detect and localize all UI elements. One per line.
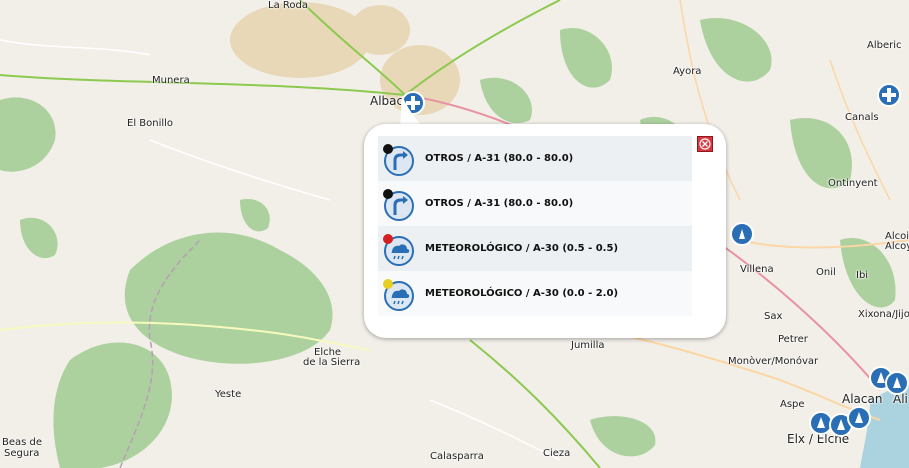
status-pin <box>383 143 393 154</box>
place-ayora: Ayora <box>673 66 702 77</box>
close-icon <box>699 138 711 150</box>
place-petrer: Petrer <box>778 334 808 345</box>
turn-arrow-icon <box>383 188 414 221</box>
place-calasparra: Calasparra <box>430 451 484 462</box>
incident-label: OTROS / A-31 (80.0 - 80.0) <box>425 198 574 209</box>
place-alacant: Alacan <box>842 392 883 406</box>
place-villena: Villena <box>740 264 774 275</box>
map-marker-info-icon[interactable] <box>730 221 756 247</box>
turn-arrow-icon <box>383 143 414 176</box>
weather-icon <box>383 233 414 266</box>
incident-list: OTROS / A-31 (80.0 - 80.0) OTROS / A-31 … <box>378 136 692 316</box>
weather-icon <box>383 278 414 311</box>
status-pin <box>383 233 393 244</box>
place-la-roda: La Roda <box>268 0 308 11</box>
status-pin <box>383 188 393 199</box>
incident-row[interactable]: METEOROLÓGICO / A-30 (0.0 - 2.0) <box>378 271 692 316</box>
place-monover: Monòver/Monóvar <box>728 356 819 367</box>
place-alberic: Alberic <box>867 40 902 51</box>
place-yeste: Yeste <box>215 389 242 400</box>
place-cieza: Cieza <box>543 448 571 459</box>
place-beas-line2: Segura <box>4 448 40 459</box>
place-sax: Sax <box>764 311 783 322</box>
incident-popup: OTROS / A-31 (80.0 - 80.0) OTROS / A-31 … <box>364 124 726 338</box>
place-beas-line1: Beas de <box>2 437 43 448</box>
incident-row[interactable]: OTROS / A-31 (80.0 - 80.0) <box>378 136 692 181</box>
place-canals: Canals <box>845 112 879 123</box>
place-xixona: Xixona/Jijona <box>858 309 909 320</box>
place-el-bonillo: El Bonillo <box>127 118 174 129</box>
incident-label: METEOROLÓGICO / A-30 (0.0 - 2.0) <box>425 288 619 299</box>
map-marker-alicante-2-icon[interactable] <box>884 370 909 396</box>
incident-label: METEOROLÓGICO / A-30 (0.5 - 0.5) <box>425 243 619 254</box>
map-marker-health-icon[interactable] <box>876 82 902 108</box>
status-pin <box>383 278 393 289</box>
place-onil: Onil <box>816 267 836 278</box>
incident-label: OTROS / A-31 (80.0 - 80.0) <box>425 153 574 164</box>
map-marker-elche-3-icon[interactable] <box>846 405 872 431</box>
place-elche-sierra-line2: de la Sierra <box>303 357 361 368</box>
place-alcoy: Alcoy <box>885 241 909 252</box>
place-ibi: Ibi <box>856 270 869 281</box>
incident-row[interactable]: METEOROLÓGICO / A-30 (0.5 - 0.5) <box>378 226 692 271</box>
place-aspe: Aspe <box>780 399 805 410</box>
place-munera: Munera <box>152 75 190 86</box>
place-ontinyent: Ontinyent <box>828 178 878 189</box>
incident-row[interactable]: OTROS / A-31 (80.0 - 80.0) <box>378 181 692 226</box>
place-jumilla: Jumilla <box>571 340 605 351</box>
close-button[interactable] <box>697 136 713 152</box>
